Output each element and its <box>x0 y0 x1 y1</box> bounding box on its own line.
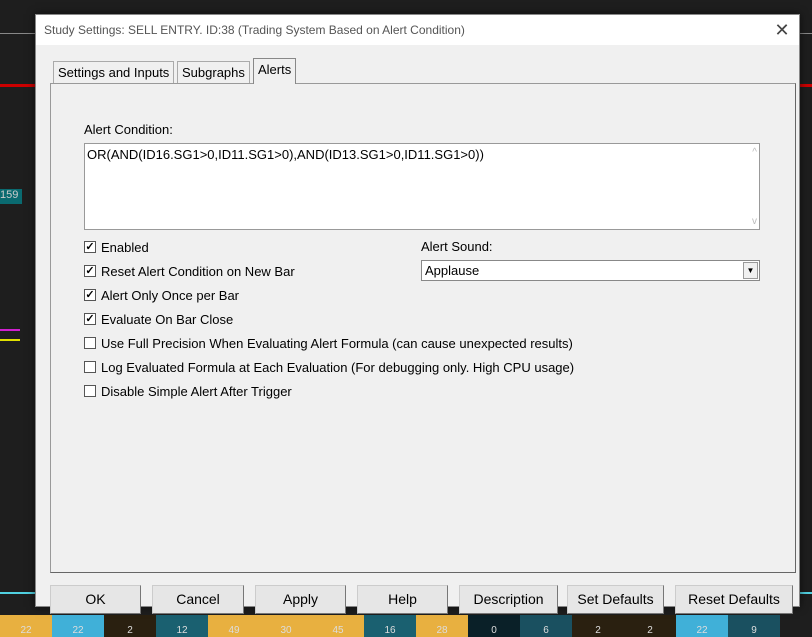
checkbox-label: Log Evaluated Formula at Each Evaluation… <box>101 359 575 375</box>
checkbox-label: Evaluate On Bar Close <box>101 311 234 327</box>
strip-cell: 2 <box>572 615 624 637</box>
checkbox-box[interactable]: ✓ <box>84 265 96 277</box>
strip-cell: 6 <box>520 615 572 637</box>
checkbox-6[interactable]: Disable Simple Alert After Trigger <box>84 383 292 399</box>
checkbox-2[interactable]: ✓ Alert Only Once per Bar <box>84 287 239 303</box>
strip-cell: 2 <box>624 615 676 637</box>
checkbox-3[interactable]: ✓ Evaluate On Bar Close <box>84 311 233 327</box>
description-button[interactable]: Description <box>459 585 558 614</box>
checkbox-4[interactable]: Use Full Precision When Evaluating Alert… <box>84 335 573 351</box>
alert-condition-label: Alert Condition: <box>84 122 173 137</box>
chart-yellow-line <box>0 339 20 341</box>
checkbox-5[interactable]: Log Evaluated Formula at Each Evaluation… <box>84 359 574 375</box>
strip-cell: 45 <box>312 615 364 637</box>
checkbox-label: Use Full Precision When Evaluating Alert… <box>101 335 573 351</box>
reset-defaults-button[interactable]: Reset Defaults <box>675 585 793 614</box>
checkbox-label: Disable Simple Alert After Trigger <box>101 383 292 399</box>
title-bar: Study Settings: SELL ENTRY. ID:38 (Tradi… <box>36 15 799 45</box>
checkbox-box[interactable]: ✓ <box>84 241 96 253</box>
scroll-up-icon[interactable]: ^ <box>752 147 757 158</box>
study-settings-dialog: Study Settings: SELL ENTRY. ID:38 (Tradi… <box>35 14 800 614</box>
checkbox-label: Enabled <box>101 239 149 255</box>
checkbox-box[interactable] <box>84 361 96 373</box>
scroll-down-icon[interactable]: v <box>752 216 757 227</box>
tab-alerts[interactable]: Alerts <box>253 58 297 84</box>
checkbox-box[interactable] <box>84 337 96 349</box>
strip-cell: 30 <box>260 615 312 637</box>
tab-subgraphs[interactable]: Subgraphs <box>177 61 250 83</box>
cancel-button[interactable]: Cancel <box>152 585 244 614</box>
checkbox-box[interactable]: ✓ <box>84 313 96 325</box>
strip-cell: 12 <box>156 615 208 637</box>
chart-magenta-line <box>0 329 20 331</box>
alerts-panel: Alert Condition: OR(AND(ID16.SG1>0,ID11.… <box>50 83 796 573</box>
strip-cell: 22 <box>52 615 104 637</box>
strip-cell: 22 <box>0 615 52 637</box>
chevron-down-icon[interactable]: ▼ <box>743 262 758 279</box>
alert-condition-value: OR(AND(ID16.SG1>0,ID11.SG1>0),AND(ID13.S… <box>87 147 484 162</box>
dialog-title: Study Settings: SELL ENTRY. ID:38 (Tradi… <box>44 23 465 37</box>
strip-cell: 9 <box>728 615 780 637</box>
alert-condition-input[interactable]: OR(AND(ID16.SG1>0,ID11.SG1>0),AND(ID13.S… <box>84 143 760 230</box>
checkbox-0[interactable]: ✓ Enabled <box>84 239 149 255</box>
alert-sound-value: Applause <box>425 263 480 278</box>
checkbox-label: Reset Alert Condition on New Bar <box>101 263 295 279</box>
price-label: 159 <box>0 189 22 204</box>
apply-button[interactable]: Apply <box>255 585 346 614</box>
checkbox-box[interactable]: ✓ <box>84 289 96 301</box>
checkbox-label: Alert Only Once per Bar <box>101 287 239 303</box>
tab-settings-and-inputs[interactable]: Settings and Inputs <box>53 61 175 83</box>
checkbox-1[interactable]: ✓ Reset Alert Condition on New Bar <box>84 263 295 279</box>
checkbox-box[interactable] <box>84 385 96 397</box>
strip-cell: 2 <box>104 615 156 637</box>
alert-sound-select[interactable]: Applause ▼ <box>421 260 760 281</box>
help-button[interactable]: Help <box>357 585 448 614</box>
close-icon[interactable]: ✕ <box>771 19 793 41</box>
strip-cell: 16 <box>364 615 416 637</box>
strip-cell: 22 <box>676 615 728 637</box>
strip-cell: 0 <box>468 615 520 637</box>
strip-cell: 49 <box>208 615 260 637</box>
strip-cell: 28 <box>416 615 468 637</box>
alert-sound-label: Alert Sound: <box>421 239 493 254</box>
set-defaults-button[interactable]: Set Defaults <box>567 585 664 614</box>
ok-button[interactable]: OK <box>50 585 141 614</box>
